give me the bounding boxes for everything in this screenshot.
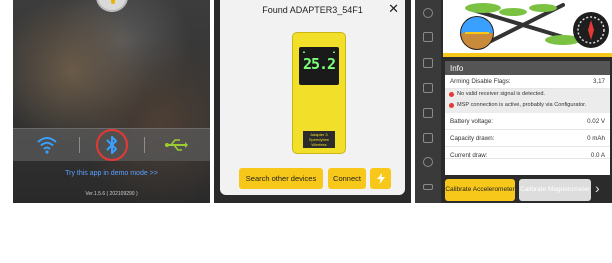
divider — [79, 137, 80, 153]
warning-item: MSP connection is active, probably via C… — [445, 100, 610, 113]
error-icon — [449, 91, 454, 97]
error-icon — [449, 102, 454, 108]
connect-button[interactable]: Connect — [328, 168, 366, 189]
usb-icon[interactable] — [165, 137, 189, 153]
device-found-screen: Found ADAPTER3_54F1 ✕ ▲ ▲ 25.2 Adapter 3 … — [214, 0, 411, 203]
chevron-right-icon[interactable]: › — [595, 180, 600, 196]
motor-icon[interactable] — [423, 133, 433, 143]
ports-icon[interactable] — [423, 83, 433, 93]
close-icon[interactable]: ✕ — [388, 2, 399, 16]
dialog-title: Found ADAPTER3_54F1 — [262, 5, 363, 15]
gear-icon[interactable] — [423, 157, 433, 167]
search-other-devices-button[interactable]: Search other devices — [239, 168, 323, 189]
device-label: Adapter 3 Speedybee Wireless — [303, 131, 335, 148]
setup-screen: Info Arming Disable Flags: 3,17 No valid… — [415, 0, 612, 203]
quadcopter-illustration — [460, 3, 609, 50]
info-row: Current draw: 0.0 A — [445, 147, 610, 159]
gauge-icon[interactable] — [423, 8, 433, 18]
demo-mode-link[interactable]: Try this app in demo mode >> — [13, 170, 210, 177]
calibrate-magnetometer-button[interactable]: Calibrate Magnetometer — [519, 179, 591, 201]
info-row: Battery voltage: 0.02 V — [445, 113, 610, 130]
bluetooth-icon[interactable] — [103, 134, 121, 156]
model-preview — [443, 0, 612, 57]
device-found-dialog: Found ADAPTER3_54F1 ✕ ▲ ▲ 25.2 Adapter 3 … — [220, 0, 405, 195]
robot-icon[interactable] — [423, 58, 433, 68]
info-title: Info — [445, 61, 610, 75]
info-row: Arming Disable Flags: 3,17 — [445, 75, 610, 89]
divider — [144, 137, 145, 153]
side-nav — [415, 0, 441, 203]
lightning-icon[interactable] — [370, 168, 391, 189]
info-panel: Info Arming Disable Flags: 3,17 No valid… — [445, 61, 610, 175]
device-screen: ▲ ▲ 25.2 — [299, 47, 339, 85]
version-text: Ver.1.5.6 ( 202109290 ) — [85, 191, 138, 197]
connection-screen: Try this app in demo mode >> Ver.1.5.6 (… — [13, 0, 210, 203]
wifi-icon[interactable] — [37, 136, 57, 154]
menu-icon[interactable] — [423, 184, 433, 190]
tree-icon[interactable] — [423, 32, 433, 42]
warning-item: No valid receiver signal is detected. — [445, 89, 610, 100]
connection-type-bar — [13, 128, 210, 161]
sliders-icon[interactable] — [423, 108, 433, 118]
calibrate-accelerometer-button[interactable]: Calibrate Accelerometer — [445, 179, 515, 201]
adapter-device-image: ▲ ▲ 25.2 Adapter 3 Speedybee Wireless — [292, 32, 346, 154]
info-row: Capacity drawn: 0 mAh — [445, 130, 610, 147]
device-reading: 25.2 — [302, 55, 336, 73]
